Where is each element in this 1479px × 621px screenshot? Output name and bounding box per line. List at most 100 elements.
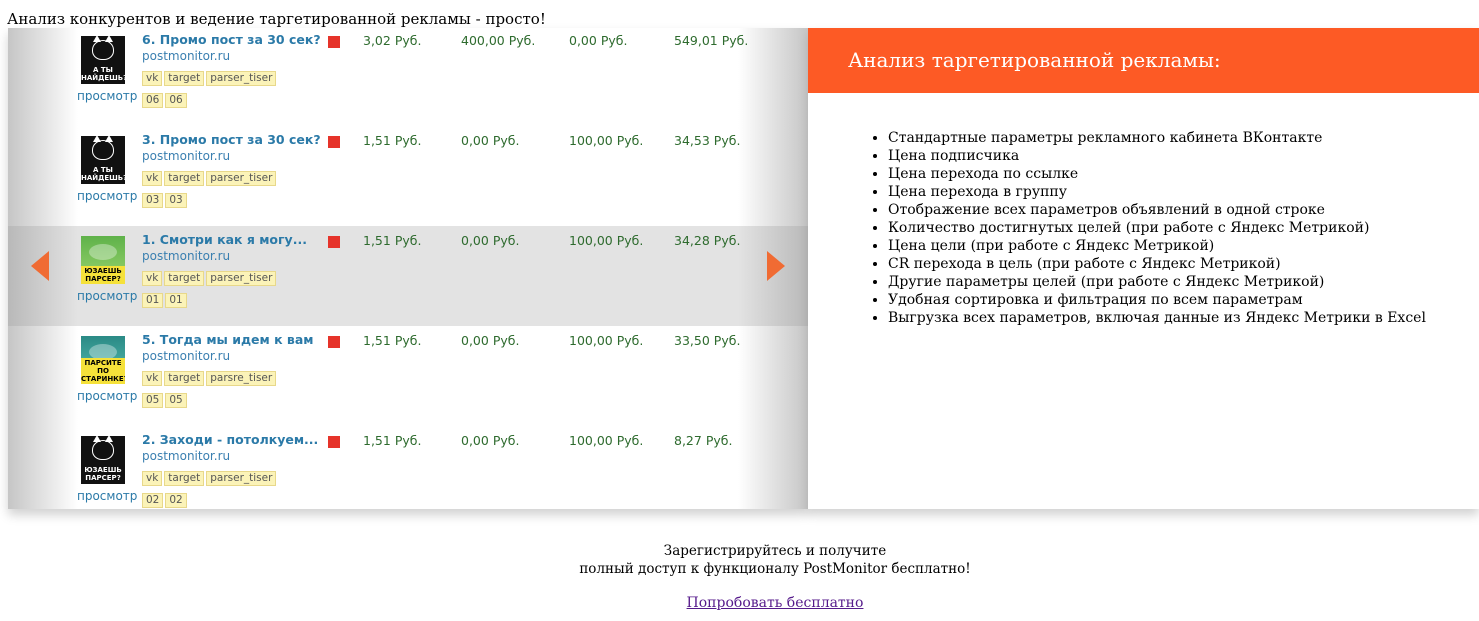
cta-line-2: полный доступ к функционалу PostMonitor … — [579, 561, 971, 577]
stat-currency: Руб. — [394, 133, 422, 148]
try-free-link[interactable]: Попробовать бесплатно — [687, 595, 864, 611]
stat-number: 34,53 — [674, 133, 710, 148]
date-badge: 03 — [142, 193, 164, 208]
tag[interactable]: target — [164, 71, 205, 86]
stat-number: 100,00 — [569, 333, 613, 348]
feature-item: Удобная сортировка и фильтрация по всем … — [888, 291, 1479, 309]
ad-title[interactable]: 6. Промо пост за 30 сек? — [142, 32, 321, 47]
tag[interactable]: target — [164, 471, 205, 486]
ad-row[interactable]: ПАРСИТЕ ПО СТАРИНКЕ? 5. Тогда мы идем к … — [8, 326, 808, 427]
feature-item: Отображение всех параметров объявлений в… — [888, 201, 1479, 219]
stat-number: 0,00 — [461, 333, 489, 348]
status-square-icon — [328, 36, 340, 48]
date-badges: 05 05 — [142, 388, 189, 408]
thumb-caption: ЮЗАЕШЬ ПАРСЕР? — [84, 466, 122, 482]
tag[interactable]: target — [164, 171, 205, 186]
tag[interactable]: vk — [142, 71, 163, 86]
chevron-left-icon[interactable] — [31, 251, 49, 281]
stat-value: 0,00 Руб. — [461, 433, 519, 448]
stat-value: 0,00 Руб. — [461, 333, 519, 348]
tag[interactable]: parsre_tiser — [206, 371, 277, 386]
date-badges: 06 06 — [142, 88, 189, 108]
stat-value: 1,51 Руб. — [363, 133, 421, 148]
tag[interactable]: vk — [142, 471, 163, 486]
ad-row[interactable]: А ТЫ НАЙДЕШЬ? 3. Промо пост за 30 сек? p… — [8, 126, 808, 227]
tag[interactable]: vk — [142, 171, 163, 186]
ad-title[interactable]: 3. Промо пост за 30 сек? — [142, 132, 321, 147]
ad-domain[interactable]: postmonitor.ru — [142, 449, 230, 463]
tag[interactable]: target — [164, 271, 205, 286]
date-badges: 02 02 — [142, 488, 189, 508]
stat-value: 8,27 Руб. — [674, 433, 732, 448]
stat-number: 8,27 — [674, 433, 702, 448]
stat-number: 0,00 — [461, 233, 489, 248]
ad-domain[interactable]: postmonitor.ru — [142, 349, 230, 363]
date-badge: 01 — [142, 293, 164, 308]
tag-list: vk target parsre_tiser — [142, 366, 278, 386]
stat-currency: Руб. — [394, 433, 422, 448]
stat-number: 0,00 — [569, 33, 597, 48]
ad-row[interactable]: ЮЗАЕШЬ ПАРСЕР? 2. Заходи - потолкуем... … — [8, 426, 808, 509]
tag[interactable]: vk — [142, 271, 163, 286]
stat-number: 100,00 — [569, 433, 613, 448]
ad-row[interactable]: А ТЫ НАЙДЕШЬ? 6. Промо пост за 30 сек? p… — [8, 28, 808, 127]
view-link[interactable]: просмотр — [77, 389, 137, 403]
stat-number: 1,51 — [363, 233, 391, 248]
stat-value: 34,28 Руб. — [674, 233, 740, 248]
ad-thumbnail[interactable]: А ТЫ НАЙДЕШЬ? — [81, 136, 125, 184]
stat-value: 400,00 Руб. — [461, 33, 535, 48]
feature-item: Цена цели (при работе с Яндекс Метрикой) — [888, 237, 1479, 255]
cat-icon — [92, 136, 114, 160]
stat-currency: Руб. — [721, 33, 749, 48]
cat-icon — [92, 36, 114, 60]
tag[interactable]: vk — [142, 371, 163, 386]
ad-title[interactable]: 5. Тогда мы идем к вам — [142, 332, 314, 347]
tag[interactable]: target — [164, 371, 205, 386]
feature-item: Выгрузка всех параметров, включая данные… — [888, 309, 1479, 327]
stat-currency: Руб. — [600, 33, 628, 48]
stat-value: 33,50 Руб. — [674, 333, 740, 348]
feature-item: Стандартные параметры рекламного кабинет… — [888, 129, 1479, 147]
ad-title[interactable]: 1. Смотри как я могу... — [142, 232, 307, 247]
tag-list: vk target parser_tiser — [142, 66, 278, 86]
thumb-caption: А ТЫ НАЙДЕШЬ? — [81, 166, 125, 182]
ad-thumbnail[interactable]: ПАРСИТЕ ПО СТАРИНКЕ? — [81, 336, 125, 384]
stat-value: 1,51 Руб. — [363, 333, 421, 348]
thumb-caption: ЮЗАЕШЬ ПАРСЕР? — [81, 266, 125, 284]
cta-line-1: Зарегистрируйтесь и получите — [663, 543, 887, 559]
ad-title[interactable]: 2. Заходи - потолкуем... — [142, 432, 318, 447]
stat-value: 0,00 Руб. — [461, 133, 519, 148]
ad-domain[interactable]: postmonitor.ru — [142, 249, 230, 263]
tag[interactable]: parser_tiser — [206, 171, 277, 186]
ad-thumbnail[interactable]: ЮЗАЕШЬ ПАРСЕР? — [81, 236, 125, 284]
tag[interactable]: parser_tiser — [206, 471, 277, 486]
ad-thumbnail[interactable]: ЮЗАЕШЬ ПАРСЕР? — [81, 436, 125, 484]
ad-domain[interactable]: postmonitor.ru — [142, 49, 230, 63]
feature-item: Другие параметры целей (при работе с Янд… — [888, 273, 1479, 291]
date-badge: 06 — [165, 93, 187, 108]
tag-list: vk target parser_tiser — [142, 166, 278, 186]
view-link[interactable]: просмотр — [77, 289, 137, 303]
ad-row[interactable]: ЮЗАЕШЬ ПАРСЕР? 1. Смотри как я могу... p… — [8, 226, 808, 327]
chevron-right-icon[interactable] — [767, 251, 785, 281]
stat-number: 33,50 — [674, 333, 710, 348]
stat-currency: Руб. — [616, 333, 644, 348]
tag[interactable]: parser_tiser — [206, 271, 277, 286]
stat-number: 400,00 — [461, 33, 505, 48]
stat-number: 100,00 — [569, 233, 613, 248]
stat-number: 3,02 — [363, 33, 391, 48]
stat-value: 100,00 Руб. — [569, 233, 643, 248]
date-badge: 03 — [165, 193, 187, 208]
cat-icon — [92, 436, 114, 460]
date-badge: 02 — [142, 493, 164, 508]
ads-slider: А ТЫ НАЙДЕШЬ? 6. Промо пост за 30 сек? p… — [8, 28, 808, 509]
ad-domain[interactable]: postmonitor.ru — [142, 149, 230, 163]
view-link[interactable]: просмотр — [77, 89, 137, 103]
view-link[interactable]: просмотр — [77, 489, 137, 503]
view-link[interactable]: просмотр — [77, 189, 137, 203]
status-square-icon — [328, 136, 340, 148]
tag[interactable]: parser_tiser — [206, 71, 277, 86]
ad-thumbnail[interactable]: А ТЫ НАЙДЕШЬ? — [81, 36, 125, 84]
feature-item: Цена перехода по ссылке — [888, 165, 1479, 183]
stat-value: 0,00 Руб. — [569, 33, 627, 48]
